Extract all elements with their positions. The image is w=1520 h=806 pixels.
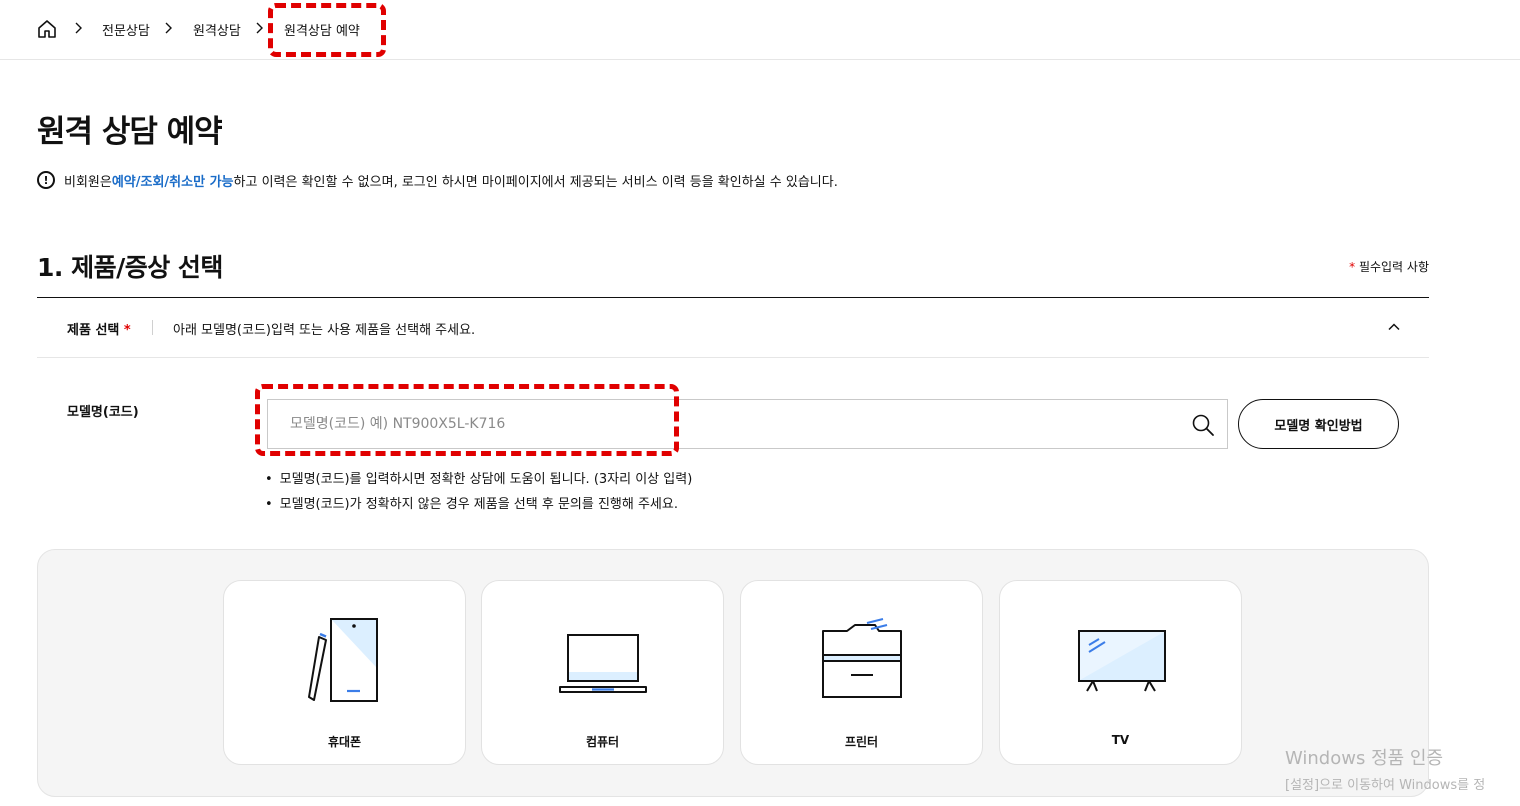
chevron-up-icon[interactable] <box>1387 320 1401 334</box>
breadcrumb-item-expert-consult[interactable]: 전문상담 <box>102 20 150 39</box>
product-card-label: 휴대폰 <box>327 735 362 749</box>
printer-icon <box>821 618 902 698</box>
phone-icon <box>307 618 378 702</box>
hint-item: 모델명(코드)가 정확하지 않은 경우 제품을 선택 후 문의를 진행해 주세요… <box>265 492 692 517</box>
product-panel: 휴대폰 컴퓨터 프린터 TV <box>37 549 1429 797</box>
product-card-phone[interactable]: 휴대폰 <box>223 580 466 765</box>
breadcrumb-item-remote-consult[interactable]: 원격상담 <box>193 20 241 39</box>
required-note: * 필수입력 사항 <box>1349 258 1429 275</box>
divider <box>152 320 153 335</box>
product-card-printer[interactable]: 프린터 <box>740 580 983 765</box>
chevron-right-icon <box>256 22 263 34</box>
page-title: 원격 상담 예약 <box>37 114 223 150</box>
home-icon[interactable] <box>36 18 58 40</box>
exclamation-icon: ! <box>37 171 55 189</box>
tv-icon <box>1077 630 1166 692</box>
product-card-label: 프린터 <box>844 735 879 749</box>
annotation-highlight-model-input <box>255 384 679 456</box>
search-icon[interactable] <box>1191 413 1215 437</box>
product-select-label: 제품 선택 * <box>67 319 131 338</box>
laptop-icon <box>558 634 647 693</box>
required-star: * <box>119 323 131 338</box>
windows-activation-watermark: Windows 정품 인증 [설정]으로 이동하여 Windows를 정 <box>1285 744 1485 793</box>
model-code-label: 모델명(코드) <box>67 405 139 420</box>
product-select-description: 아래 모델명(코드)입력 또는 사용 제품을 선택해 주세요. <box>173 323 476 338</box>
notice-text-before: 비회원은 <box>64 174 112 190</box>
watermark-title: Windows 정품 인증 <box>1285 748 1444 769</box>
notice-highlight: 예약/조회/취소만 가능 <box>111 174 234 190</box>
watermark-subtitle: [설정]으로 이동하여 Windows를 정 <box>1285 778 1486 793</box>
product-select-label-text: 제품 선택 <box>67 323 120 338</box>
notice-text-after: 하고 이력은 확인할 수 없으며, 로그인 하시면 마이페이지에서 제공되는 서… <box>233 174 838 190</box>
notice: ! 비회원은 예약/조회/취소만 가능 하고 이력은 확인할 수 없으며, 로그… <box>37 170 838 190</box>
product-select-row[interactable]: 제품 선택 * 아래 모델명(코드)입력 또는 사용 제품을 선택해 주세요. <box>37 298 1429 358</box>
product-card-label: TV <box>1111 733 1130 747</box>
product-card-tv[interactable]: TV <box>999 580 1242 765</box>
model-hints: 모델명(코드)를 입력하시면 정확한 상담에 도움이 됩니다. (3자리 이상 … <box>265 467 693 517</box>
model-howto-button[interactable]: 모델명 확인방법 <box>1238 399 1399 449</box>
breadcrumb: 전문상담 원격상담 원격상담 예약 <box>0 0 1520 60</box>
product-card-computer[interactable]: 컴퓨터 <box>481 580 724 765</box>
product-card-label: 컴퓨터 <box>585 735 620 749</box>
section-title: 1. 제품/증상 선택 <box>37 253 223 282</box>
annotation-highlight-breadcrumb <box>268 3 386 57</box>
chevron-right-icon <box>165 22 172 34</box>
hint-item: 모델명(코드)를 입력하시면 정확한 상담에 도움이 됩니다. (3자리 이상 … <box>265 467 693 492</box>
chevron-right-icon <box>75 22 82 34</box>
required-note-text: 필수입력 사항 <box>1355 260 1429 274</box>
